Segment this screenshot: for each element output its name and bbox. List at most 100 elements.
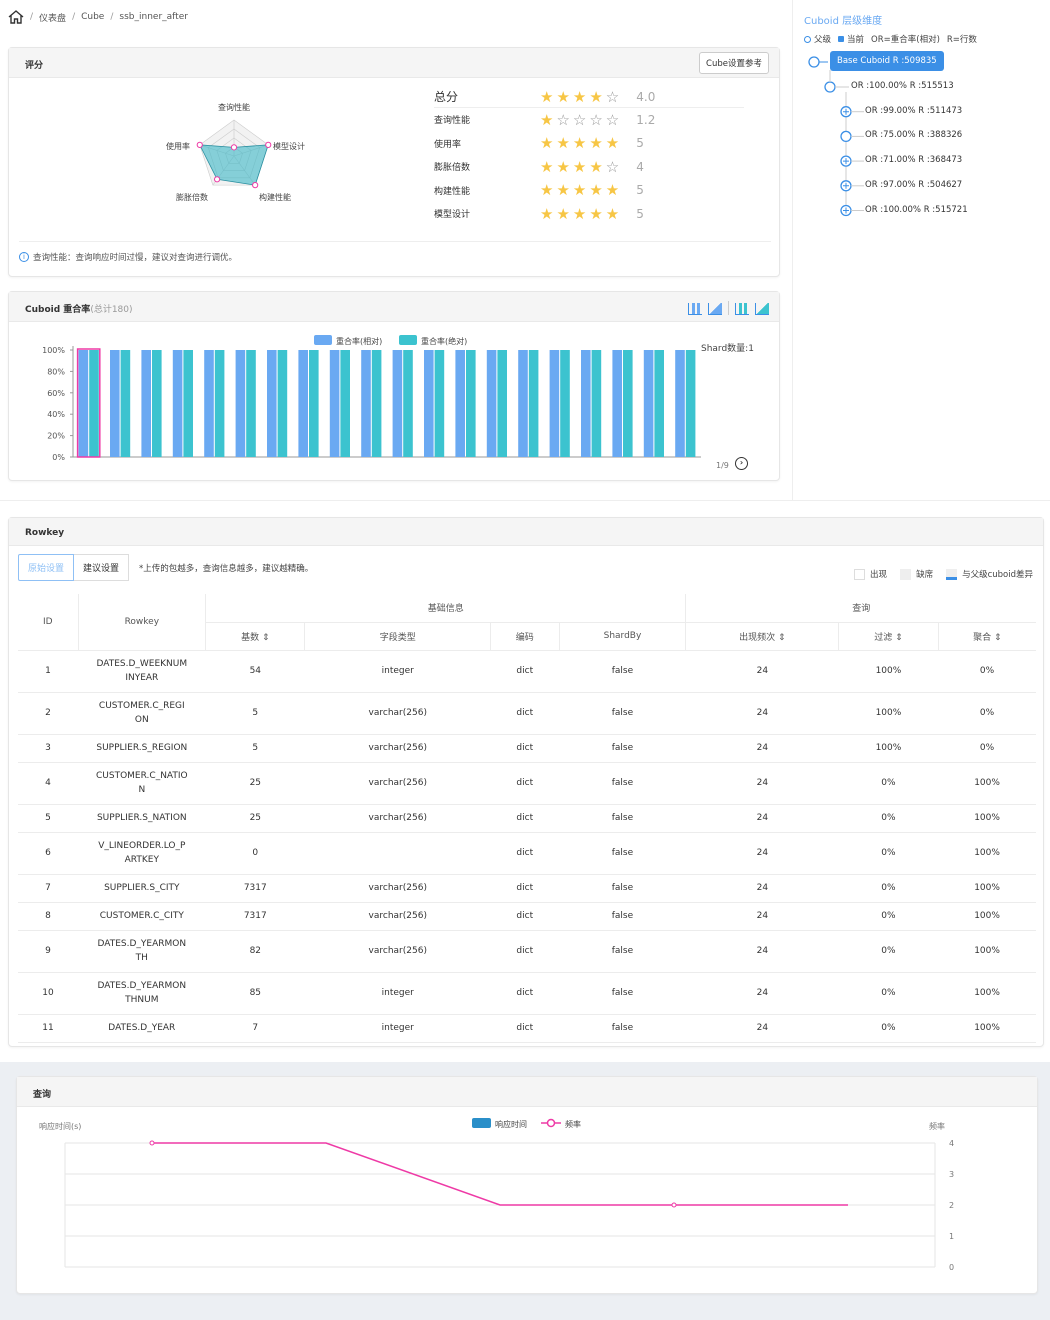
table-cell: dict xyxy=(490,902,559,931)
table-cell: false xyxy=(559,972,686,1015)
cuboid-bar[interactable] xyxy=(486,350,497,457)
right-axis-label: 频率 xyxy=(929,1121,945,1131)
rowkey-tabs: 原始设置 建议设置 *上传的包越多，查询信息越多，建议越精确。 xyxy=(18,554,313,581)
table-row: 8 CUSTOMER.C_CITY 7317 varchar(256) dict fals… xyxy=(18,902,1036,931)
cuboid-bar[interactable] xyxy=(591,350,602,457)
table-cell: 0% xyxy=(838,930,939,973)
breadcrumb: / 仪表盘 / Cube / ssb_inner_after xyxy=(8,8,188,26)
col-aggregation-sort[interactable]: 聚合 ⇕ xyxy=(938,622,1036,651)
cuboid-bar[interactable] xyxy=(466,350,476,457)
table-cell: SUPPLIER.S_REGION xyxy=(78,734,206,763)
tree-node[interactable]: OR :100.00% R :515513 xyxy=(851,81,954,91)
breadcrumb-dashboard[interactable]: 仪表盘 xyxy=(39,11,66,24)
cuboid-bar[interactable] xyxy=(643,350,654,457)
cuboid-bar[interactable] xyxy=(371,350,382,457)
cuboid-bar[interactable] xyxy=(120,350,131,457)
cuboid-bar[interactable] xyxy=(78,350,89,457)
cuboid-bar[interactable] xyxy=(183,350,193,457)
cuboid-bar[interactable] xyxy=(685,350,696,457)
table-cell: 24 xyxy=(685,692,839,735)
cuboid-bar[interactable] xyxy=(623,350,633,457)
tree-node[interactable]: OR :99.00% R :511473 xyxy=(865,106,962,116)
area-chart-icon[interactable] xyxy=(708,303,722,315)
table-cell: dict xyxy=(490,874,559,903)
star-empty-icon: ☆ xyxy=(605,157,623,176)
cuboid-bar[interactable] xyxy=(497,350,507,457)
cuboid-bar[interactable] xyxy=(204,350,214,457)
cuboid-bar[interactable] xyxy=(298,350,308,457)
cuboid-bar[interactable] xyxy=(246,350,256,457)
cuboid-bar[interactable] xyxy=(267,350,277,457)
table-cell: false xyxy=(559,874,686,903)
cuboid-bar[interactable] xyxy=(340,350,350,457)
score-card: 评分 Cube设置参考 查询性能 模型设计 构建性能 膨胀倍数 使用率 总分 ★… xyxy=(8,47,780,277)
tab-original-settings[interactable]: 原始设置 xyxy=(18,554,75,581)
cuboid-bar[interactable] xyxy=(172,350,183,457)
col-frequency-sort[interactable]: 出现频次 ⇕ xyxy=(685,622,840,651)
table-cell: 8 xyxy=(18,902,78,931)
cuboid-bar[interactable] xyxy=(403,350,413,457)
tree-root-node[interactable]: Base Cuboid R :509835 xyxy=(830,51,944,71)
score-row: 模型设计 ★★★★★ 5 xyxy=(434,202,744,226)
cuboid-bar[interactable] xyxy=(309,350,319,457)
tree-node[interactable]: OR :75.00% R :388326 xyxy=(865,130,962,140)
cuboid-bar[interactable] xyxy=(141,350,151,457)
table-cell: false xyxy=(559,902,686,931)
table-row: 11 DATES.D_YEAR 7 integer dict false 24 0% 100% xyxy=(18,1014,1036,1043)
cuboid-bar[interactable] xyxy=(612,350,622,457)
cuboid-bar[interactable] xyxy=(518,350,528,457)
radar-label-bottom-right: 构建性能 xyxy=(259,192,291,202)
cuboid-bar[interactable] xyxy=(152,350,162,457)
y2-tick-label: 3 xyxy=(949,1170,954,1179)
area-chart-icon[interactable] xyxy=(755,303,769,315)
score-row-label: 膨胀倍数 xyxy=(434,163,471,174)
table-cell: 100% xyxy=(938,804,1036,833)
table-cell: CUSTOMER.C_CITY xyxy=(78,902,206,931)
table-cell: 0% xyxy=(938,734,1036,763)
next-page-button[interactable]: › xyxy=(735,457,748,470)
table-cell xyxy=(304,832,491,875)
table-cell: 0% xyxy=(838,832,939,875)
cuboid-bar[interactable] xyxy=(392,350,403,457)
breadcrumb-cube[interactable]: Cube xyxy=(81,12,104,22)
table-row: 1 DATES.D_WEEKNUM INYEAR 54 integer dict fals… xyxy=(18,650,1036,693)
cuboid-bar[interactable] xyxy=(528,350,539,457)
cuboid-bar[interactable] xyxy=(560,350,570,457)
table-cell: varchar(256) xyxy=(304,734,491,763)
cuboid-bar[interactable] xyxy=(89,350,99,457)
left-axis-label: 响应时间(s) xyxy=(39,1121,81,1131)
cuboid-bar[interactable] xyxy=(110,350,120,457)
cuboid-bar[interactable] xyxy=(361,350,371,457)
table-cell: varchar(256) xyxy=(304,804,491,833)
cuboid-bar[interactable] xyxy=(214,350,225,457)
cuboid-bar[interactable] xyxy=(549,350,560,457)
cube-settings-ref-button[interactable]: Cube设置参考 xyxy=(699,52,769,74)
cuboid-bar[interactable] xyxy=(329,350,340,457)
table-cell: 24 xyxy=(685,874,839,903)
tab-suggested-settings[interactable]: 建议设置 xyxy=(74,554,130,581)
bar-chart-icon[interactable] xyxy=(688,303,702,315)
table-cell: integer xyxy=(304,972,491,1015)
cuboid-bar[interactable] xyxy=(424,350,434,457)
col-rowkey: Rowkey xyxy=(78,594,207,651)
table-cell: 100% xyxy=(938,972,1036,1015)
cuboid-bar[interactable] xyxy=(434,350,445,457)
home-icon[interactable] xyxy=(8,10,24,24)
col-filter-sort[interactable]: 过滤 ⇕ xyxy=(838,622,939,651)
cuboid-bar[interactable] xyxy=(654,350,664,457)
legend-label-response-time: 响应时间 xyxy=(495,1119,527,1129)
table-cell: 24 xyxy=(685,650,839,693)
tree-node[interactable]: OR :71.00% R :368473 xyxy=(865,155,962,165)
cuboid-bar[interactable] xyxy=(235,350,246,457)
col-cardinality-sort[interactable]: 基数 ⇕ xyxy=(205,622,306,651)
cuboid-bar[interactable] xyxy=(581,350,591,457)
cuboid-bar[interactable] xyxy=(277,350,288,457)
cuboid-bar[interactable] xyxy=(455,350,465,457)
star-empty-icon: ☆☆☆☆ xyxy=(556,110,623,129)
star-icon: ★★★★ xyxy=(540,87,606,106)
tree-node[interactable]: OR :97.00% R :504627 xyxy=(865,180,962,190)
tree-node[interactable]: OR :100.00% R :515721 xyxy=(865,205,968,215)
bar-chart-icon[interactable] xyxy=(735,303,749,315)
cuboid-bar[interactable] xyxy=(675,350,685,457)
table-cell: varchar(256) xyxy=(304,930,491,973)
